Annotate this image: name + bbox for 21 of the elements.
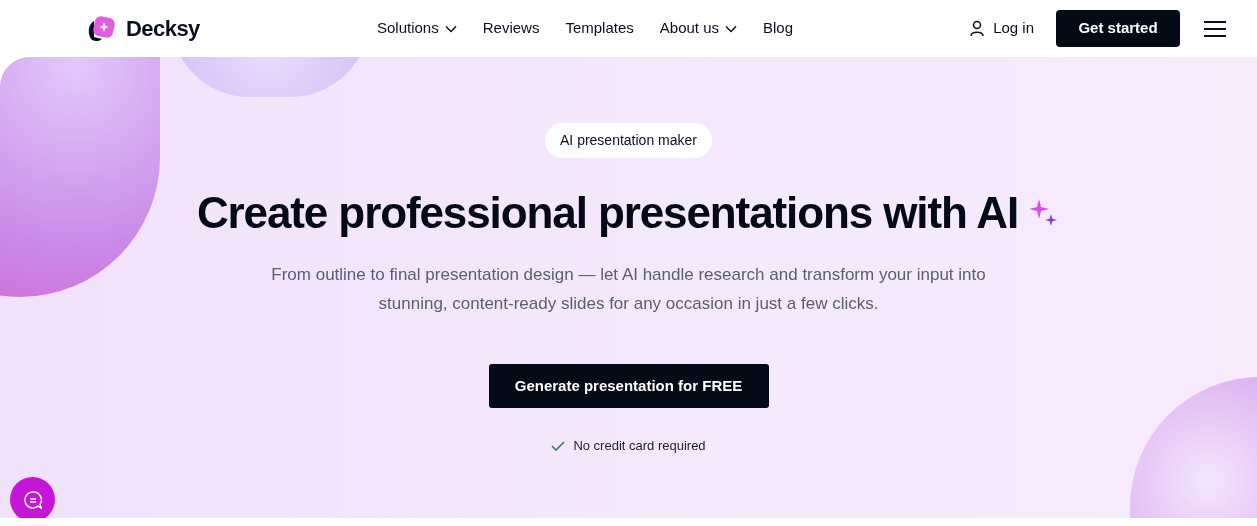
logo-icon	[86, 14, 118, 43]
get-started-button[interactable]: Get started	[1056, 10, 1180, 47]
nav-link[interactable]: Templates	[554, 17, 645, 40]
chevron-icon	[444, 24, 457, 33]
logo-text[interactable]: Decksy	[126, 12, 200, 45]
note-text: No credit card required	[573, 437, 706, 455]
hero-subtitle: From outline to final presentation design — let AI handle research and transform your input into stunning, content-ready slides for any occasion in just a few clicks.	[270, 264, 987, 315]
hero-title: Create professional presentations with AI	[196, 187, 1019, 239]
login-link[interactable]: Log in	[969, 17, 1034, 40]
nav-link[interactable]: About us	[648, 17, 748, 40]
nav-link[interactable]: Blog	[752, 17, 805, 40]
badge: AI presentation maker	[545, 123, 712, 158]
chat-icon	[22, 489, 43, 510]
generate-button[interactable]: Generate presentation for FREE	[488, 364, 769, 408]
chevron-icon	[725, 24, 737, 33]
user-icon	[969, 20, 986, 37]
chat-button[interactable]	[10, 477, 55, 518]
check-icon	[551, 439, 566, 452]
menu-icon[interactable]	[1203, 19, 1227, 38]
nav-link[interactable]: Reviews	[471, 17, 551, 40]
nav-link[interactable]: Solutions	[366, 17, 468, 40]
